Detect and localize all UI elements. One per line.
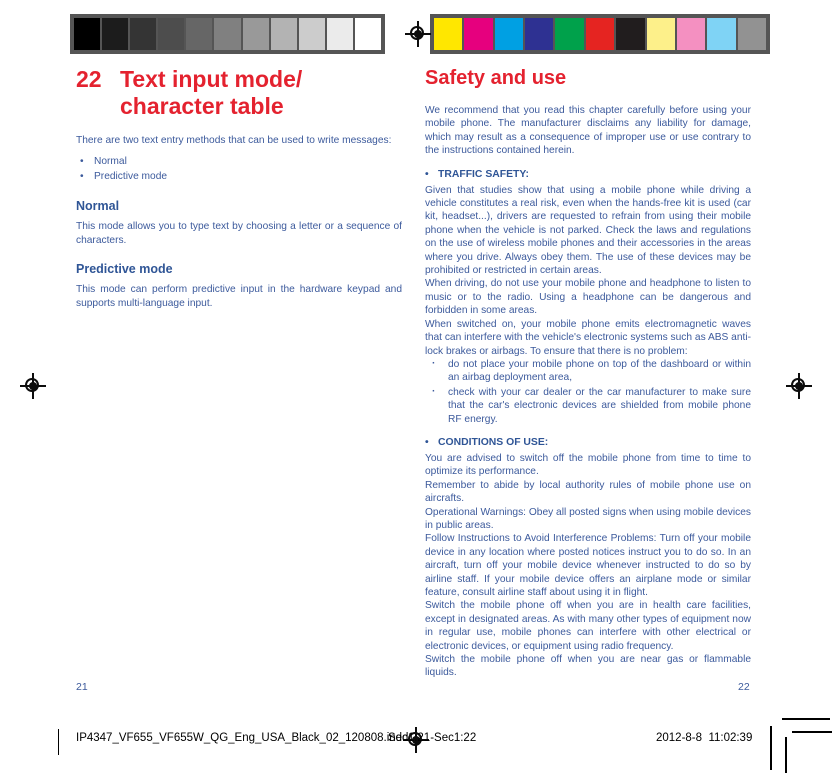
chapter-title-line-1: Text input mode/ [120,66,303,92]
predictive-mode-heading: Predictive mode [76,262,173,277]
slug-date: 2012-8-8 [656,732,703,744]
slug-section-range: Sec1:21-Sec1:22 [388,732,477,744]
safety-intro-paragraph: We recommend that you read this chapter … [425,105,751,157]
slug-rule-right [770,729,771,755]
chapter-number: 22 [76,66,102,92]
list-item: check with your car dealer or the car ma… [425,385,751,426]
slug-filename: IP4347_VF655_VF655W_QG_Eng_USA_Black_02_… [76,732,409,744]
conditions-paragraph-1: You are advised to switch off the mobile… [425,452,751,478]
right-page-column: Safety and use We recommend that you rea… [425,66,751,680]
slug-rule-left [58,729,59,755]
list-item: do not place your mobile phone on top of… [425,357,751,385]
text-entry-methods-list: Normal Predictive mode [76,154,402,184]
slug-timestamp: 2012-8-8 11:02:39 [656,732,752,744]
left-page-column: 22 Text input mode/ character table Ther… [76,66,402,310]
intro-paragraph: There are two text entry methods that ca… [76,135,392,146]
traffic-safety-heading: TRAFFIC SAFETY: [425,167,751,182]
traffic-safety-paragraph-2: When driving, do not use your mobile pho… [425,278,751,317]
conditions-paragraph-3: Operational Warnings: Obey all posted si… [425,506,751,531]
traffic-safety-precautions-list: do not place your mobile phone on top of… [425,357,751,426]
conditions-paragraph-5: Switch the mobile phone off when you are… [425,600,751,652]
page-spread: 22 Text input mode/ character table Ther… [0,0,832,773]
conditions-of-use-heading: CONDITIONS OF USE: [425,435,751,450]
folio-left-page: 21 [76,681,88,693]
chapter-title-line-2: character table [120,93,284,119]
list-item: Predictive mode [76,169,402,184]
conditions-paragraph-4: Follow Instructions to Avoid Interferenc… [425,533,751,598]
chapter-title: Text input mode/ character table [120,66,402,120]
normal-mode-heading: Normal [76,199,120,214]
traffic-safety-paragraph-3: When switched on, your mobile phone emit… [425,318,751,357]
folio-right-page: 22 [738,681,750,693]
chapter-heading: 22 Text input mode/ character table [76,66,402,120]
predictive-mode-body: This mode can perform predictive input i… [76,284,402,309]
list-item: Normal [76,154,402,169]
traffic-safety-paragraph-1: Given that studies show that using a mob… [425,184,751,277]
normal-mode-body: This mode allows you to type text by cho… [76,221,402,246]
slug-time: 11:02:39 [708,732,753,744]
page-title: Safety and use [425,67,567,89]
conditions-paragraph-6: Switch the mobile phone off when you are… [425,654,751,679]
conditions-paragraph-2: Remember to abide by local authority rul… [425,479,751,505]
